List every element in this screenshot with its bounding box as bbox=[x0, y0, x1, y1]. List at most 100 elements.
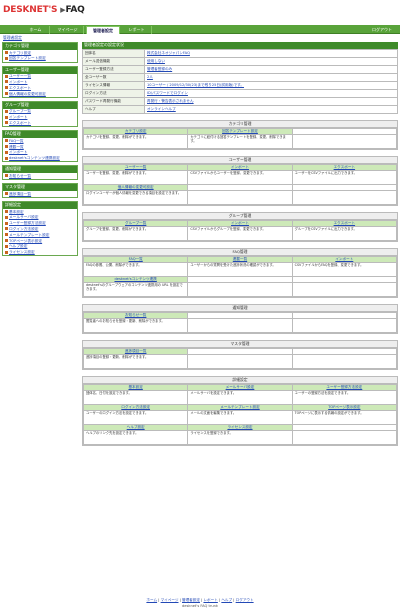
section-link[interactable]: FAQ一覧 bbox=[129, 257, 143, 261]
footer-link[interactable]: 管理者設定 bbox=[182, 598, 200, 602]
section-link[interactable]: ログイン方法設定 bbox=[121, 405, 150, 409]
sidebar-group-title: カテゴリ管理 bbox=[3, 43, 77, 50]
section-cell-description: 団体名、日付を設定できます。 bbox=[82, 390, 189, 405]
sidebar-item-label: 回答テンプレート設定 bbox=[9, 56, 46, 61]
settings-section: マスタ管理 進捗項目一覧 進捗項目の登録・更新、削除ができます。 bbox=[82, 340, 398, 370]
section-link[interactable]: インポート bbox=[231, 221, 249, 225]
section-link[interactable]: メールサーバ設定 bbox=[226, 385, 255, 389]
status-value-link[interactable]: 使用しない bbox=[147, 59, 165, 63]
section-link[interactable]: 進捗項目一覧 bbox=[125, 349, 147, 353]
status-value-link[interactable]: 10ユーザー / 2009/12/30(23)まで残り25日(試用版)です。 bbox=[147, 83, 244, 87]
logout-button[interactable]: ログアウト bbox=[366, 26, 398, 34]
section-title: ユーザー管理 bbox=[83, 157, 397, 164]
section-link[interactable]: ヘルプ設定 bbox=[127, 425, 145, 429]
bullet-icon bbox=[5, 145, 8, 149]
tab-home[interactable]: ホーム bbox=[22, 26, 50, 34]
section-link[interactable]: 個人情報の変更可設定 bbox=[118, 185, 154, 189]
sidebar-item[interactable]: 個人情報の変更可設定 bbox=[3, 91, 77, 97]
section-cell-description: ユーザーをCSVファイルに出力できます。 bbox=[291, 170, 398, 185]
sidebar-item-label: 連載一覧 bbox=[9, 144, 24, 149]
sidebar-group: グループ管理 グループ一覧 インポート エクスポート bbox=[2, 100, 78, 128]
status-value-link[interactable]: オンラインヘルプ bbox=[147, 107, 176, 111]
section-link[interactable]: エクスポート bbox=[334, 165, 355, 169]
section-link[interactable]: グループ一覧 bbox=[125, 221, 146, 225]
section-cell-description: 進捗項目の登録・更新、削除ができます。 bbox=[82, 354, 189, 369]
section-cell-description: ライセンスを登録できます。 bbox=[187, 430, 293, 445]
section-link[interactable]: エクスポート bbox=[334, 221, 355, 225]
bullet-icon bbox=[5, 156, 8, 160]
status-value: ID/パスワードでログイン bbox=[144, 89, 398, 98]
sidebar-item[interactable]: desknet'sコンテンツ連携設定 bbox=[3, 156, 77, 162]
sidebar-item-label: カテゴリ設定 bbox=[9, 50, 32, 55]
section-cell-description: CSVファイルからユーザーを登録、変更できます。 bbox=[187, 170, 293, 185]
status-key: 全ユーザー数 bbox=[82, 73, 145, 82]
section-cell-description: FAQの参照、公開、削除ができます。 bbox=[82, 262, 189, 277]
sidebar-item-label: ログイン方法設定 bbox=[9, 226, 39, 231]
section-link[interactable]: ライセンス設定 bbox=[227, 425, 252, 429]
status-title: 管理者設定の設定状況 bbox=[82, 42, 398, 49]
status-row: メール送信機能 使用しない bbox=[82, 57, 398, 66]
section-link[interactable]: インポート bbox=[231, 165, 249, 169]
settings-section: FAQ管理 FAQ一覧 連載一覧 インポート FAQの参照、公開、削除ができます。 ユーザ… bbox=[82, 248, 398, 298]
section-cell-description: ヘルプのリンク先を設定できます。 bbox=[82, 430, 189, 445]
section-title: カテゴリ管理 bbox=[83, 121, 397, 128]
section-link[interactable]: カテゴリ設定 bbox=[125, 129, 147, 133]
sidebar-item-label: メールサーバ設定 bbox=[9, 215, 39, 220]
section-link[interactable]: 基本設定 bbox=[128, 385, 142, 389]
status-value: 2人 bbox=[144, 73, 398, 82]
section-cell-description: グループをCSVファイルに出力できます。 bbox=[291, 226, 398, 241]
bullet-icon bbox=[5, 227, 8, 231]
footer-link[interactable]: ヘルプ bbox=[221, 598, 232, 602]
section-cell-description: ログインユーザーが個人情報を変更できる項目を設定できます。 bbox=[82, 190, 189, 205]
sidebar-item[interactable]: お知らせ一覧 bbox=[3, 173, 77, 179]
status-row: ライセンス情報 10ユーザー / 2009/12/30(23)まで残り25日(試用… bbox=[82, 81, 398, 90]
sidebar-item[interactable]: エクスポート bbox=[3, 120, 77, 126]
footer-link[interactable]: レポート bbox=[203, 598, 217, 602]
breadcrumb-link[interactable]: 管理者設定 bbox=[3, 35, 22, 40]
status-value-link[interactable]: 2人 bbox=[147, 75, 153, 79]
section-link[interactable]: 回答テンプレート設定 bbox=[222, 129, 258, 133]
sidebar-item[interactable]: 進捗項目一覧 bbox=[3, 191, 77, 197]
footer-link[interactable]: マイページ bbox=[161, 598, 179, 602]
section-link[interactable]: お知らせ一覧 bbox=[125, 313, 147, 317]
bullet-icon bbox=[5, 92, 8, 96]
section-link[interactable]: インポート bbox=[335, 257, 353, 261]
status-row: パスワード再発行機能 再発行・警告表示されません bbox=[82, 97, 398, 106]
section-link[interactable]: ユーザー登録方法設定 bbox=[326, 385, 362, 389]
section-link[interactable]: ユーザー一覧 bbox=[125, 165, 147, 169]
sidebar-item[interactable]: 回答テンプレート設定 bbox=[3, 56, 77, 62]
section-cell-description: カテゴリを登録、変更、削除ができます。 bbox=[82, 134, 189, 149]
settings-section: ユーザー管理 ユーザー一覧 インポート エクスポート ユーザーを登録、変更、削除ができま… bbox=[82, 156, 398, 206]
sidebar-item-label: desknet'sコンテンツ連携設定 bbox=[9, 156, 60, 161]
logo[interactable]: DESKNET'S ▶FAQ bbox=[3, 5, 85, 15]
settings-section: カテゴリ管理 カテゴリ設定 回答テンプレート設定カテゴリを登録、変更、削除ができます… bbox=[82, 120, 398, 150]
status-value-link[interactable]: 再発行・警告表示されません bbox=[147, 99, 194, 103]
status-value: 10ユーザー / 2009/12/30(23)まで残り25日(試用版)です。 bbox=[144, 81, 398, 90]
sidebar-item-label: TOPページ表示設定 bbox=[9, 238, 43, 243]
section-link[interactable]: desknet'sコンテンツ連携 bbox=[114, 277, 156, 281]
sidebar-group: FAQ管理 FAQ一覧 連載一覧 インポート desknet'sコンテンツ連携設定 bbox=[2, 130, 78, 163]
status-key: ヘルプ bbox=[82, 105, 145, 114]
status-value-link[interactable]: ID/パスワードでログイン bbox=[147, 91, 188, 95]
section-link[interactable]: TOPページ表示設定 bbox=[328, 405, 360, 409]
tab-mypage[interactable]: マイページ bbox=[52, 26, 84, 34]
footer-link[interactable]: ホーム bbox=[146, 598, 157, 602]
status-value: 再発行・警告表示されません bbox=[144, 97, 398, 106]
section-link[interactable]: 連載一覧 bbox=[233, 257, 247, 261]
sidebar-group: 詳細設定 基本設定 メールサーバ設定 ユーザー登録方法設定 ログイン方法設定 メールテンプ… bbox=[2, 200, 78, 257]
sidebar-item-label: インポート bbox=[9, 150, 28, 155]
section-cell-description: メールサーバを設定できます。 bbox=[187, 390, 293, 405]
status-value-link[interactable]: 管理者登録のみ bbox=[147, 67, 172, 71]
tab-admin-settings[interactable]: 管理者設定 bbox=[86, 26, 120, 34]
footer-link[interactable]: ログアウト bbox=[236, 598, 254, 602]
status-value: 株式会社ネオジャパンFAQ bbox=[144, 49, 398, 58]
section-link[interactable]: メールテンプレート設定 bbox=[220, 405, 259, 409]
sidebar-item-label: ユーザー一覧 bbox=[9, 74, 32, 79]
status-key: パスワード再発行機能 bbox=[82, 97, 145, 106]
status-key: ユーザー登録方法 bbox=[82, 65, 145, 74]
status-value-link[interactable]: 株式会社ネオジャパンFAQ bbox=[147, 51, 190, 55]
tab-report[interactable]: レポート bbox=[122, 26, 152, 34]
status-value: オンラインヘルプ bbox=[144, 105, 398, 114]
sidebar-item[interactable]: ライセンス設定 bbox=[3, 250, 77, 256]
section-cell-description: ユーザーのログイン方法を設定できます。 bbox=[82, 410, 189, 425]
